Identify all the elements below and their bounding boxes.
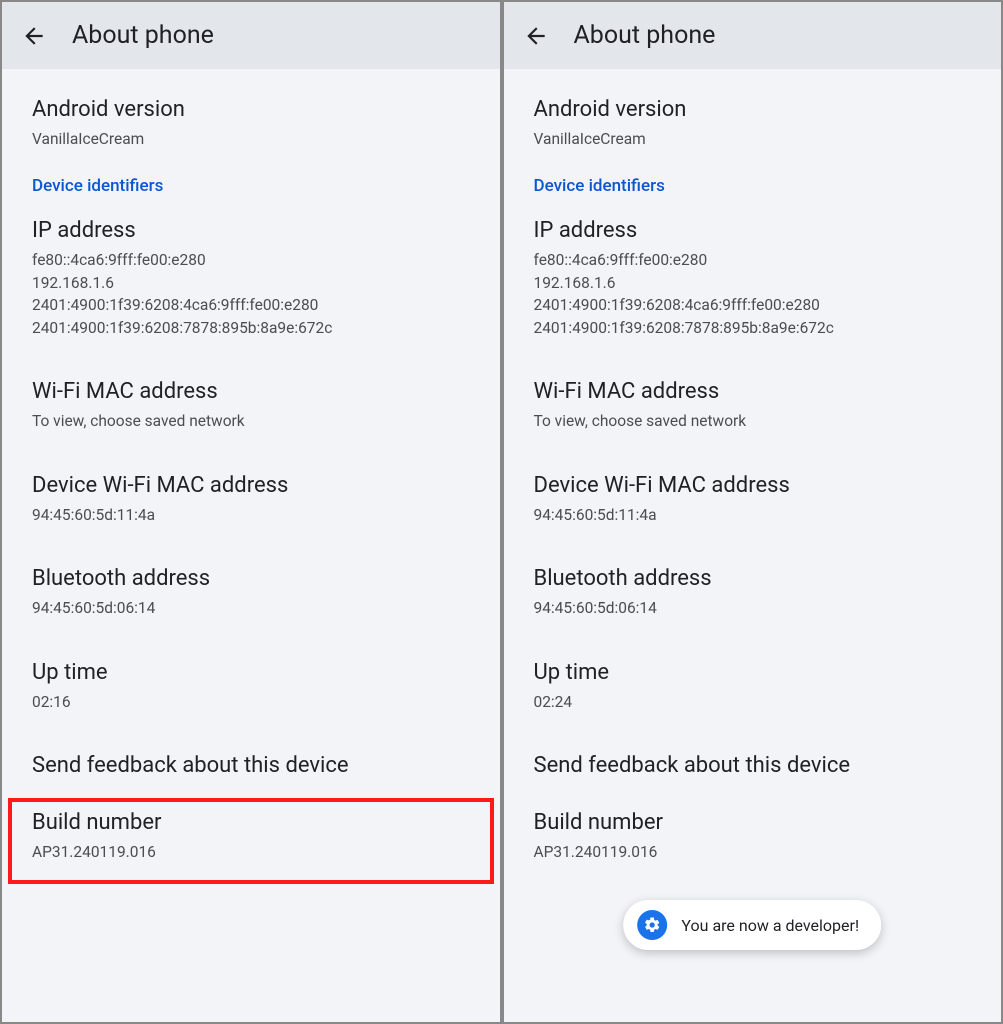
item-ip-address[interactable]: IP address fe80::4ca6:9fff:fe00:e280 192… [32, 218, 470, 339]
item-value: 02:24 [534, 691, 972, 713]
item-title: Android version [32, 97, 470, 122]
item-value: To view, choose saved network [32, 410, 470, 432]
gear-icon [637, 910, 667, 940]
item-bluetooth-address[interactable]: Bluetooth address 94:45:60:5d:06:14 [534, 566, 972, 619]
item-value: AP31.240119.016 [32, 841, 470, 863]
section-header-device-identifiers: Device identifiers [32, 176, 470, 196]
topbar: About phone [504, 2, 1002, 69]
item-uptime[interactable]: Up time 02:16 [32, 660, 470, 713]
item-value: fe80::4ca6:9fff:fe00:e280 192.168.1.6 24… [32, 249, 470, 339]
item-title: IP address [534, 218, 972, 243]
item-ip-address[interactable]: IP address fe80::4ca6:9fff:fe00:e280 192… [534, 218, 972, 339]
arrow-left-icon [21, 23, 47, 49]
item-bluetooth-address[interactable]: Bluetooth address 94:45:60:5d:06:14 [32, 566, 470, 619]
item-title: Wi-Fi MAC address [32, 379, 470, 404]
item-value: fe80::4ca6:9fff:fe00:e280 192.168.1.6 24… [534, 249, 972, 339]
item-device-wifi-mac[interactable]: Device Wi-Fi MAC address 94:45:60:5d:11:… [32, 473, 470, 526]
item-device-wifi-mac[interactable]: Device Wi-Fi MAC address 94:45:60:5d:11:… [534, 473, 972, 526]
item-build-number[interactable]: Build number AP31.240119.016 [534, 804, 972, 877]
page-title: About phone [72, 21, 214, 50]
item-build-number[interactable]: Build number AP31.240119.016 [32, 804, 470, 877]
item-value: 02:16 [32, 691, 470, 713]
content: Android version VanillaIceCream Device i… [504, 69, 1002, 878]
item-value: VanillaIceCream [534, 128, 972, 150]
item-value: 94:45:60:5d:11:4a [534, 504, 972, 526]
item-title: Bluetooth address [32, 566, 470, 591]
item-title: Build number [32, 810, 470, 835]
item-uptime[interactable]: Up time 02:24 [534, 660, 972, 713]
developer-toast: You are now a developer! [623, 900, 881, 950]
item-title: Device Wi-Fi MAC address [534, 473, 972, 498]
section-header-device-identifiers: Device identifiers [534, 176, 972, 196]
toast-text: You are now a developer! [681, 916, 859, 935]
back-button[interactable] [20, 22, 48, 50]
item-android-version[interactable]: Android version VanillaIceCream [32, 97, 470, 150]
item-value: AP31.240119.016 [534, 841, 972, 863]
item-title: Device Wi-Fi MAC address [32, 473, 470, 498]
item-title: Build number [534, 810, 972, 835]
right-panel: About phone Android version VanillaIceCr… [504, 2, 1002, 1022]
item-value: 94:45:60:5d:11:4a [32, 504, 470, 526]
page-title: About phone [574, 21, 716, 50]
item-value: 94:45:60:5d:06:14 [32, 597, 470, 619]
item-title: Up time [534, 660, 972, 685]
arrow-left-icon [523, 23, 549, 49]
item-wifi-mac[interactable]: Wi-Fi MAC address To view, choose saved … [32, 379, 470, 432]
topbar: About phone [2, 2, 500, 69]
item-title: Wi-Fi MAC address [534, 379, 972, 404]
left-panel: About phone Android version VanillaIceCr… [2, 2, 500, 1022]
item-android-version[interactable]: Android version VanillaIceCream [534, 97, 972, 150]
item-title: Bluetooth address [534, 566, 972, 591]
item-value: 94:45:60:5d:06:14 [534, 597, 972, 619]
item-title: Android version [534, 97, 972, 122]
back-button[interactable] [522, 22, 550, 50]
item-send-feedback[interactable]: Send feedback about this device [32, 753, 470, 778]
content: Android version VanillaIceCream Device i… [2, 69, 500, 878]
item-send-feedback[interactable]: Send feedback about this device [534, 753, 972, 778]
item-title: Up time [32, 660, 470, 685]
item-title: IP address [32, 218, 470, 243]
item-value: To view, choose saved network [534, 410, 972, 432]
item-value: VanillaIceCream [32, 128, 470, 150]
item-wifi-mac[interactable]: Wi-Fi MAC address To view, choose saved … [534, 379, 972, 432]
